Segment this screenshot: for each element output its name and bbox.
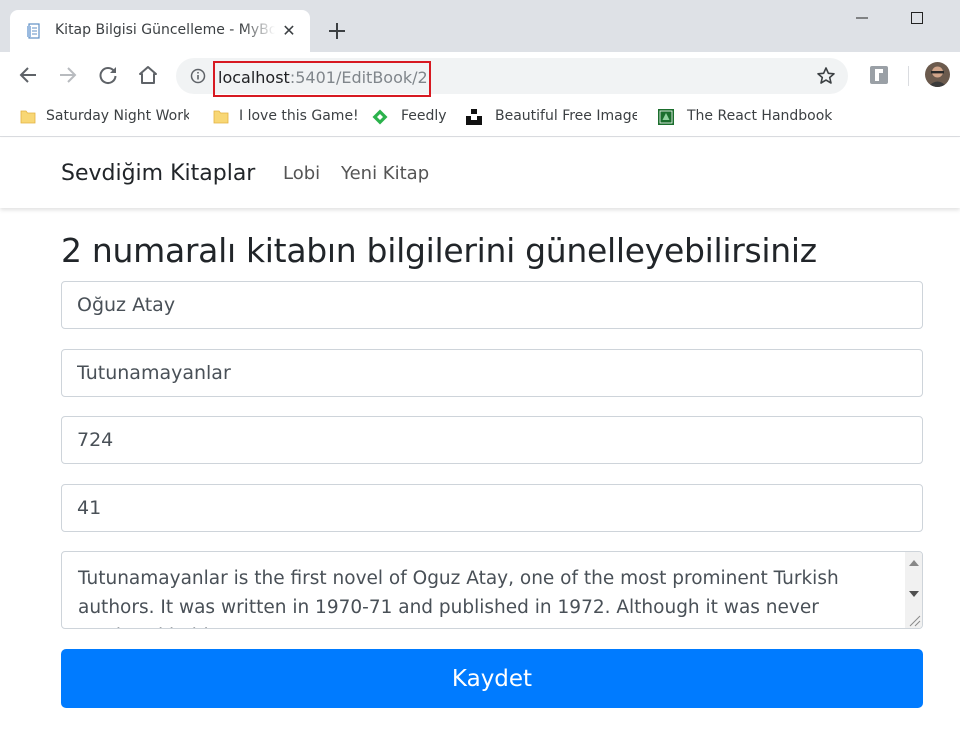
title-input[interactable] — [61, 349, 923, 397]
page-count-input[interactable] — [61, 416, 923, 464]
bookmark-label: Beautiful Free Images — [495, 108, 637, 124]
resize-handle-icon[interactable] — [907, 613, 921, 627]
tab-title: Kitap Bilgisi Güncelleme - MyBooks — [55, 22, 275, 38]
navbar-brand[interactable]: Sevdiğim Kitaplar — [61, 161, 255, 186]
browser-titlebar: Kitap Bilgisi Güncelleme - MyBooks ✕ — [0, 0, 960, 52]
bookmark-item[interactable]: Beautiful Free Images — [465, 107, 637, 127]
home-icon[interactable] — [137, 64, 159, 86]
bookmark-label: Saturday Night Works — [46, 108, 189, 124]
number-input[interactable] — [61, 484, 923, 532]
toolbar-divider — [908, 66, 909, 86]
book-icon — [658, 109, 674, 125]
bookmarks-bar: Saturday Night Works I love this Game! F… — [0, 99, 960, 137]
profile-avatar[interactable] — [925, 62, 950, 87]
summary-text: Tutunamayanlar is the first novel of Ogu… — [78, 568, 839, 628]
app-navbar: Sevdiğim Kitaplar Lobi Yeni Kitap — [0, 138, 960, 208]
tab-close-icon[interactable]: ✕ — [280, 22, 298, 40]
reload-icon[interactable] — [97, 64, 119, 86]
bookmark-label: Feedly — [401, 108, 447, 124]
page-title: 2 numaralı kitabın bilgilerini günelleye… — [61, 231, 817, 270]
browser-toolbar: localhost:5401/EditBook/2 — [0, 52, 960, 99]
page-icon — [27, 23, 40, 39]
maximize-icon[interactable] — [908, 10, 928, 26]
back-icon[interactable] — [17, 64, 39, 86]
summary-textarea[interactable]: Tutunamayanlar is the first novel of Ogu… — [61, 551, 923, 629]
folder-icon — [213, 110, 229, 124]
scroll-down-icon[interactable] — [909, 591, 919, 597]
browser-tab[interactable]: Kitap Bilgisi Güncelleme - MyBooks ✕ — [10, 10, 310, 52]
scroll-up-icon[interactable] — [909, 560, 919, 566]
bookmark-label: I love this Game! — [239, 108, 357, 124]
extension-icon[interactable] — [869, 65, 889, 85]
bookmark-item[interactable]: The React Handbook — [657, 107, 832, 127]
unsplash-icon — [466, 109, 482, 125]
info-icon[interactable] — [190, 68, 206, 84]
author-input[interactable] — [61, 281, 923, 329]
minimize-icon[interactable] — [853, 10, 873, 26]
url-host: localhost — [218, 68, 290, 87]
new-tab-icon[interactable] — [325, 19, 349, 43]
nav-link-yeni-kitap[interactable]: Yeni Kitap — [341, 163, 429, 184]
feedly-icon — [372, 109, 388, 125]
url-text[interactable]: localhost:5401/EditBook/2 — [218, 68, 428, 87]
bookmark-item[interactable]: I love this Game! — [212, 107, 357, 127]
bookmark-item[interactable]: Feedly — [371, 107, 451, 127]
folder-icon — [20, 110, 36, 124]
save-button[interactable]: Kaydet — [61, 649, 923, 708]
forward-icon[interactable] — [57, 64, 79, 86]
address-bar[interactable]: localhost:5401/EditBook/2 — [176, 58, 848, 97]
bookmark-item[interactable]: Saturday Night Works — [19, 107, 189, 127]
nav-link-lobi[interactable]: Lobi — [283, 163, 320, 184]
bookmark-label: The React Handbook — [687, 108, 832, 124]
bookmark-star-icon[interactable] — [816, 66, 836, 86]
url-path: :5401/EditBook/2 — [289, 68, 428, 87]
